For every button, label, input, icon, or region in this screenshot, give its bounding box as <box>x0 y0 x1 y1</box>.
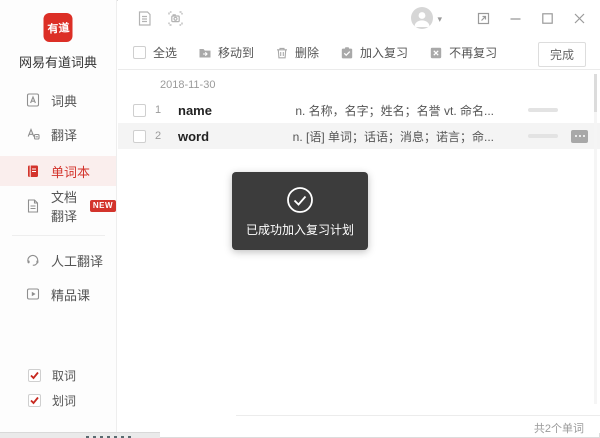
toggle-label: 划词 <box>52 392 76 409</box>
more-button[interactable] <box>571 130 588 143</box>
sidebar-item-label: 人工翻译 <box>51 251 103 270</box>
word-definition: n. [语] 单词；话语；消息；诺言；命... <box>293 128 494 145</box>
delete-button[interactable]: 删除 <box>275 44 319 61</box>
sidebar-divider <box>12 235 105 236</box>
background-artifact <box>0 432 160 438</box>
note-icon[interactable] <box>136 10 153 27</box>
chevron-down-icon[interactable]: ▾ <box>437 14 442 25</box>
sidebar-item-human-translate[interactable]: 人工翻译 <box>0 245 116 275</box>
minimize-icon[interactable] <box>509 12 522 25</box>
sidebar-item-label: 翻译 <box>51 125 77 144</box>
stop-review-label: 不再复习 <box>449 44 497 61</box>
doc-translate-icon <box>25 198 41 214</box>
move-to-button[interactable]: 移动到 <box>198 44 254 61</box>
toast-message: 已成功加入复习计划 <box>246 221 354 238</box>
mastery-progress-bar <box>528 134 558 138</box>
titlebar-right: ▾ <box>411 7 586 29</box>
date-group-header: 2018-11-30 <box>118 70 600 97</box>
close-icon[interactable] <box>573 12 586 25</box>
human-translate-icon <box>25 252 41 268</box>
sidebar-item-wordbook[interactable]: 单词本 <box>0 156 116 186</box>
word-row[interactable]: 2 word n. [语] 单词；话语；消息；诺言；命... <box>118 123 600 149</box>
check-circle-icon <box>286 186 314 214</box>
review-x-icon <box>429 46 443 60</box>
delete-label: 删除 <box>295 44 319 61</box>
add-review-label: 加入复习 <box>360 44 408 61</box>
wordbook-icon <box>25 163 41 179</box>
word-select-toggle[interactable]: 划词 <box>28 392 76 408</box>
sidebar-item-dictionary[interactable]: 词典 <box>0 85 116 115</box>
titlebar: ▾ <box>118 0 600 36</box>
word-count: 共2个单词 <box>534 423 584 435</box>
stop-review-button[interactable]: 不再复习 <box>429 44 497 61</box>
app-title: 网易有道词典 <box>0 52 116 71</box>
trash-icon <box>275 46 289 60</box>
word-text: name <box>178 103 212 118</box>
folder-move-icon <box>198 46 212 60</box>
sidebar-item-courses[interactable]: 精品课 <box>0 279 116 309</box>
avatar[interactable] <box>411 7 433 29</box>
sidebar-item-doc-translate[interactable]: 文档翻译 NEW <box>0 191 116 221</box>
batch-toolbar: 全选 移动到 删除 <box>118 36 600 70</box>
scrollbar-thumb[interactable] <box>594 74 597 112</box>
checkbox-checked-icon[interactable] <box>28 394 41 407</box>
dictionary-icon <box>25 92 41 108</box>
review-check-icon <box>340 46 354 60</box>
done-button[interactable]: 完成 <box>538 42 586 67</box>
sidebar-item-label: 文档翻译 <box>51 187 85 225</box>
sidebar: 有道 网易有道词典 词典 翻译 <box>0 0 117 433</box>
screenshot-icon[interactable] <box>167 10 184 27</box>
word-row[interactable]: 1 name n. 名称，名字；姓名；名誉 vt. 命名... <box>118 97 600 123</box>
toggle-label: 取词 <box>52 367 76 384</box>
select-all-label: 全选 <box>153 44 177 61</box>
checkbox-unchecked-icon[interactable] <box>133 46 146 59</box>
word-capture-toggle[interactable]: 取词 <box>28 367 76 383</box>
sidebar-item-translate[interactable]: 翻译 <box>0 119 116 149</box>
row-checkbox[interactable] <box>133 104 146 117</box>
popout-icon[interactable] <box>477 12 490 25</box>
word-text: word <box>178 129 209 144</box>
maximize-icon[interactable] <box>541 12 554 25</box>
toast-notification: 已成功加入复习计划 <box>232 172 368 250</box>
sidebar-item-label: 词典 <box>51 91 77 110</box>
row-checkbox[interactable] <box>133 130 146 143</box>
word-definition: n. 名称，名字；姓名；名誉 vt. 命名... <box>295 102 494 119</box>
translate-icon <box>25 126 41 142</box>
row-index: 1 <box>155 104 165 116</box>
checkbox-checked-icon[interactable] <box>28 369 41 382</box>
status-bar: 共2个单词 <box>236 415 600 433</box>
scrollbar[interactable] <box>594 74 597 404</box>
app-window: 有道 网易有道词典 词典 翻译 <box>0 0 600 438</box>
youdao-logo-icon: 有道 <box>44 13 73 42</box>
add-review-button[interactable]: 加入复习 <box>340 44 408 61</box>
mastery-progress-bar <box>528 108 558 112</box>
sidebar-item-label: 精品课 <box>51 285 90 304</box>
move-to-label: 移动到 <box>218 44 254 61</box>
new-badge: NEW <box>90 200 116 212</box>
select-all-button[interactable]: 全选 <box>133 44 177 61</box>
course-icon <box>25 286 41 302</box>
sidebar-item-label: 单词本 <box>51 162 90 181</box>
row-index: 2 <box>155 130 165 142</box>
logo-text: 有道 <box>46 19 69 36</box>
